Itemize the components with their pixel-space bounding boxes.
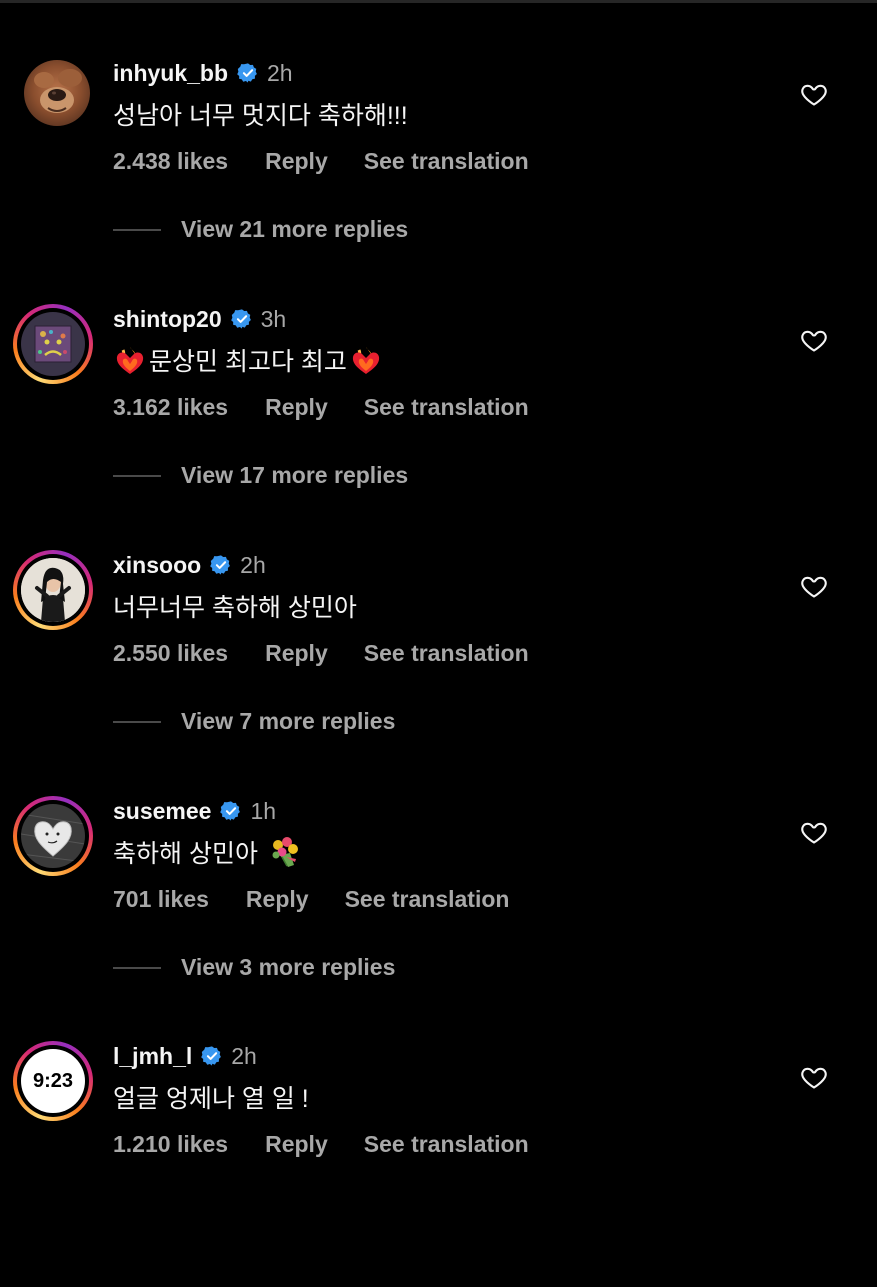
avatar-clock-label: 9:23 (32, 1069, 74, 1092)
view-replies-button[interactable]: View 21 more replies (113, 216, 408, 243)
bouquet-emoji-icon (272, 837, 298, 867)
avatar (21, 312, 85, 376)
timestamp: 2h (240, 551, 266, 578)
likes-count[interactable]: 701 likes (113, 886, 209, 913)
comment-item: shintop20 3h 문상민 최고다 최고 3.162 likes Repl… (0, 304, 877, 550)
timestamp: 3h (260, 305, 287, 332)
likes-count[interactable]: 2.550 likes (113, 640, 228, 667)
comment-header: susemee 1h (113, 796, 276, 826)
comment-text: 너무너무 축하해 상민아 (113, 594, 357, 622)
comment-item: inhyuk_bb 2h 성남아 너무 멋지다 축하해!!! 2.438 lik… (0, 58, 877, 304)
view-replies-button[interactable]: View 7 more replies (113, 708, 395, 735)
comment-actions: 701 likes Reply See translation (113, 886, 509, 913)
see-translation-button[interactable]: See translation (345, 886, 510, 913)
see-translation-button[interactable]: See translation (364, 1131, 529, 1158)
username[interactable]: l_jmh_l (113, 1043, 192, 1070)
comment-text: 얼글 엉제나 열 일 ! (113, 1085, 309, 1113)
comment-text-body: 축하해 상민아 (113, 840, 258, 868)
reply-button[interactable]: Reply (265, 394, 328, 421)
avatar-frame (17, 554, 89, 626)
view-replies-line (113, 966, 161, 969)
comment-actions: 1.210 likes Reply See translation (113, 1131, 529, 1158)
heart-on-fire-emoji-icon (116, 347, 144, 374)
heart-icon[interactable] (800, 326, 828, 354)
verified-badge-icon (230, 309, 251, 329)
view-replies-label: View 21 more replies (181, 216, 409, 242)
story-ring[interactable] (13, 304, 93, 384)
reply-button[interactable]: Reply (265, 1131, 328, 1158)
comment-actions: 2.438 likes Reply See translation (113, 148, 529, 175)
view-replies-label: View 3 more replies (181, 954, 396, 980)
heart-icon[interactable] (800, 572, 828, 600)
view-replies-line (113, 228, 161, 231)
avatar-frame (17, 308, 89, 380)
top-divider (0, 0, 877, 3)
timestamp: 2h (267, 59, 293, 86)
see-translation-button[interactable]: See translation (364, 394, 529, 421)
reply-button[interactable]: Reply (265, 148, 328, 175)
comment-item: 9:23 l_jmh_l 2h 얼글 엉제나 열 일 ! 1.210 likes… (0, 1041, 877, 1287)
verified-badge-icon (201, 1046, 222, 1066)
comment-item: susemee 1h 축하해 상민아 701 likes Reply See t… (0, 796, 877, 1042)
story-ring[interactable]: 9:23 (13, 1041, 93, 1121)
verified-badge-icon (237, 63, 257, 83)
timestamp: 2h (231, 1042, 257, 1069)
view-replies-line (113, 474, 161, 477)
comment-actions: 3.162 likes Reply See translation (113, 394, 529, 421)
view-replies-button[interactable]: View 3 more replies (113, 954, 395, 981)
comment-header: inhyuk_bb 2h (113, 58, 293, 88)
comment-text-body: 문상민 최고다 최고 (149, 348, 347, 376)
comment-text: 성남아 너무 멋지다 축하해!!! (113, 102, 408, 130)
likes-count[interactable]: 1.210 likes (113, 1131, 228, 1158)
heart-icon[interactable] (800, 80, 828, 108)
comment-header: l_jmh_l 2h (113, 1041, 257, 1071)
heart-icon[interactable] (800, 1063, 828, 1091)
view-replies-line (113, 720, 161, 723)
story-ring[interactable] (13, 796, 93, 876)
view-replies-label: View 7 more replies (181, 708, 396, 734)
verified-badge-icon (220, 801, 241, 821)
comment-header: shintop20 3h (113, 304, 286, 334)
view-replies-button[interactable]: View 17 more replies (113, 462, 408, 489)
username[interactable]: xinsooo (113, 552, 201, 579)
see-translation-button[interactable]: See translation (364, 640, 529, 667)
avatar (21, 558, 85, 622)
username[interactable]: inhyuk_bb (113, 60, 228, 87)
view-replies-label: View 17 more replies (181, 462, 409, 488)
likes-count[interactable]: 2.438 likes (113, 148, 228, 175)
comment-header: xinsooo 2h (113, 550, 266, 580)
reply-button[interactable]: Reply (265, 640, 328, 667)
comment-text: 문상민 최고다 최고 (113, 342, 383, 378)
reply-button[interactable]: Reply (246, 886, 309, 913)
heart-on-fire-emoji-icon (352, 347, 380, 374)
likes-count[interactable]: 3.162 likes (113, 394, 228, 421)
avatar-frame (17, 800, 89, 872)
avatar (21, 804, 85, 868)
comment-item: xinsooo 2h 너무너무 축하해 상민아 2.550 likes Repl… (0, 550, 877, 796)
verified-badge-icon (210, 555, 231, 575)
avatar: 9:23 (21, 1049, 85, 1113)
story-ring[interactable] (13, 550, 93, 630)
comment-actions: 2.550 likes Reply See translation (113, 640, 529, 667)
username[interactable]: susemee (113, 798, 211, 825)
timestamp: 1h (250, 797, 277, 824)
see-translation-button[interactable]: See translation (364, 148, 529, 175)
avatar-frame: 9:23 (17, 1045, 89, 1117)
comment-text: 축하해 상민아 (113, 834, 302, 870)
username[interactable]: shintop20 (113, 306, 222, 333)
avatar[interactable] (24, 60, 90, 126)
heart-icon[interactable] (800, 818, 828, 846)
